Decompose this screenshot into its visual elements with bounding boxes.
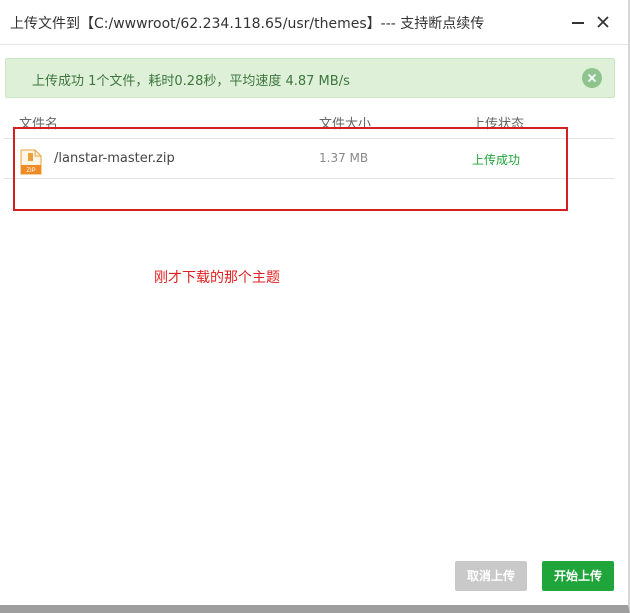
circle-close-icon[interactable] xyxy=(582,68,602,88)
dialog-title: 上传文件到【C:/wwwroot/62.234.118.65/usr/theme… xyxy=(10,16,485,32)
annotation-highlight-box xyxy=(13,127,568,211)
annotation-text: 刚才下载的那个主题 xyxy=(154,270,280,286)
dialog-titlebar: 上传文件到【C:/wwwroot/62.234.118.65/usr/theme… xyxy=(0,0,628,45)
upload-success-alert: 上传成功 1个文件，耗时0.28秒，平均速度 4.87 MB/s xyxy=(5,58,615,98)
upload-dialog: 上传文件到【C:/wwwroot/62.234.118.65/usr/theme… xyxy=(0,0,630,613)
alert-message: 上传成功 1个文件，耗时0.28秒，平均速度 4.87 MB/s xyxy=(32,74,350,89)
cancel-upload-button[interactable]: 取消上传 xyxy=(455,561,527,591)
close-icon[interactable] xyxy=(595,14,611,30)
minimize-icon[interactable] xyxy=(570,14,586,30)
start-upload-button[interactable]: 开始上传 xyxy=(542,561,614,591)
